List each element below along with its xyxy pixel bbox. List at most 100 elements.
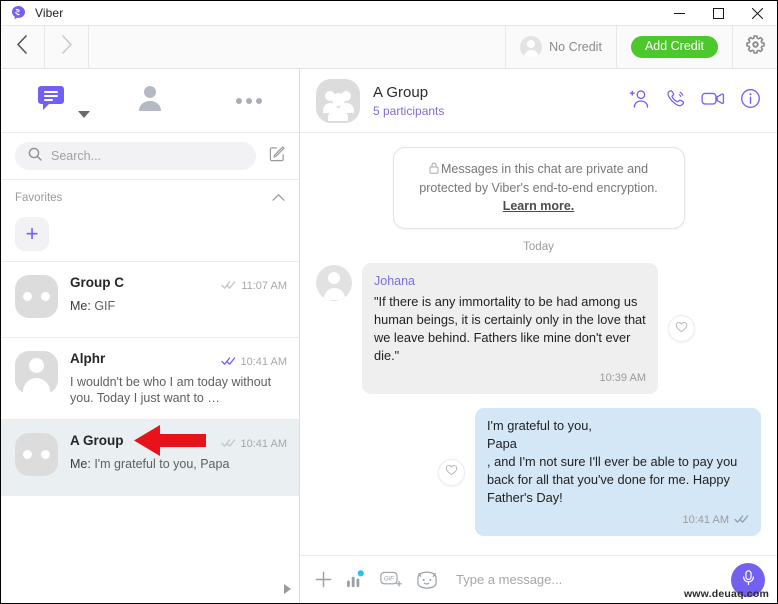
window-controls [660, 1, 777, 25]
search-box[interactable] [15, 142, 256, 170]
chat-meta: 10:41 AM [220, 433, 287, 453]
conversation-actions [629, 88, 761, 114]
chat-snippet-prefix: Me: [70, 299, 95, 313]
message-bubble[interactable]: I'm grateful to you, Papa , and I'm not … [475, 408, 761, 536]
triangle-right-icon[interactable] [284, 584, 291, 594]
search-input[interactable] [51, 149, 243, 163]
heart-icon [675, 320, 688, 338]
settings-button[interactable] [733, 26, 777, 68]
chat-item-content: Alphr 10:41 AM I wouldn't be who I am to… [70, 351, 287, 406]
minimize-button[interactable] [660, 1, 699, 25]
watermark: www.deuaq.com [683, 588, 769, 600]
chat-meta: 11:07 AM [221, 275, 287, 295]
chat-snippet: I wouldn't be who I am today without you… [70, 375, 272, 405]
close-button[interactable] [738, 1, 777, 25]
conversation-title: A Group [373, 84, 429, 101]
favorites-header[interactable]: Favorites [1, 180, 299, 211]
messages-area[interactable]: Messages in this chat are private and pr… [300, 133, 777, 555]
chat-list[interactable]: Group C 11:07 AM Me: GIF Alphr 10:41 AM … [1, 262, 299, 603]
gif-icon[interactable]: GIF [380, 571, 403, 589]
chat-time: 10:41 AM [240, 356, 287, 368]
tab-chats[interactable] [1, 69, 100, 132]
add-favorite-button[interactable]: + [15, 217, 49, 251]
viber-window: Viber No Credit Add Credit Search... Fav… [0, 0, 778, 604]
add-person-icon[interactable] [629, 88, 650, 114]
chat-time: 10:41 AM [240, 438, 287, 450]
svg-text:GIF: GIF [384, 575, 395, 582]
chat-snippet: Me: I'm grateful to you, Papa [70, 456, 287, 472]
participants-count[interactable]: 5 participants [373, 104, 616, 118]
chat-item-top-row: A Group 10:41 AM [70, 433, 287, 453]
credit-status[interactable]: No Credit [506, 26, 617, 68]
avatar [15, 351, 58, 394]
conversation-panel: A Group 5 participants Messages in this … [300, 69, 777, 603]
message-row-outgoing: I'm grateful to you, Papa , and I'm not … [316, 408, 761, 536]
message-row-incoming: Johana "If there is any immortality to b… [316, 263, 761, 394]
like-reaction-button[interactable] [438, 458, 465, 486]
double-check-icon [220, 353, 236, 371]
double-check-icon [734, 511, 749, 529]
chat-list-item-group-c[interactable]: Group C 11:07 AM Me: GIF [1, 262, 299, 338]
message-input[interactable] [456, 572, 718, 587]
chat-meta: 10:41 AM [220, 351, 287, 371]
chevron-right-icon [60, 35, 73, 59]
learn-more-link[interactable]: Learn more. [503, 199, 575, 213]
chat-list-item-alphr[interactable]: Alphr 10:41 AM I wouldn't be who I am to… [1, 338, 299, 420]
credit-label: No Credit [549, 40, 602, 54]
compose-button[interactable] [266, 145, 288, 167]
avatar [316, 265, 352, 301]
topbar-spacer [89, 26, 507, 68]
message-author: Johana [374, 274, 416, 288]
left-panel: Favorites + Group C [1, 69, 300, 603]
chevron-up-icon[interactable] [272, 189, 285, 207]
message-text: I'm grateful to you, Papa , and I'm not … [487, 418, 738, 505]
favorites-title: Favorites [15, 192, 63, 204]
user-avatar-icon [520, 36, 543, 58]
video-camera-icon[interactable] [701, 88, 725, 114]
compose-icon [269, 145, 286, 167]
chat-name: Alphr [70, 351, 106, 366]
chat-list-item-a-group[interactable]: A Group 10:41 AM Me: I'm grateful to you… [1, 420, 299, 496]
day-separator: Today [523, 241, 554, 253]
double-check-icon [221, 277, 236, 295]
search-row [1, 133, 299, 180]
chat-item-top-row: Group C 11:07 AM [70, 275, 287, 295]
message-bubble[interactable]: Johana "If there is any immortality to b… [362, 263, 658, 394]
tab-contacts[interactable] [100, 69, 199, 132]
conversation-header: A Group 5 participants [300, 69, 777, 133]
info-icon[interactable] [740, 88, 761, 114]
poll-icon[interactable] [346, 570, 367, 589]
encryption-notice-text: Messages in this chat are private and pr… [419, 162, 658, 195]
encryption-notice: Messages in this chat are private and pr… [392, 147, 685, 229]
sticker-icon[interactable] [416, 570, 438, 590]
tab-more[interactable] [200, 69, 299, 132]
message-footer: 10:39 AM [374, 369, 646, 387]
main-body: Favorites + Group C [1, 69, 777, 603]
heart-icon [445, 463, 458, 481]
plus-icon[interactable] [314, 570, 333, 589]
message-time: 10:41 AM [682, 514, 729, 526]
message-text: "If there is any immortality to be had a… [374, 294, 650, 363]
chat-item-content: Group C 11:07 AM Me: GIF [70, 275, 287, 324]
avatar [15, 433, 58, 476]
group-avatar-icon [316, 78, 360, 123]
viber-logo-icon [10, 5, 27, 22]
avatar [15, 275, 58, 318]
phone-icon[interactable] [665, 88, 686, 114]
chat-snippet-text: GIF [94, 299, 116, 313]
app-title: Viber [35, 6, 64, 20]
chevron-left-icon [16, 35, 29, 59]
top-navigation-bar: No Credit Add Credit [1, 26, 777, 69]
maximize-button[interactable] [699, 1, 738, 25]
add-credit-button[interactable]: Add Credit [630, 35, 718, 59]
chat-name: A Group [70, 433, 124, 448]
back-button[interactable] [1, 26, 45, 68]
forward-button[interactable] [45, 26, 89, 68]
chat-time: 11:07 AM [241, 280, 287, 292]
search-icon [28, 147, 42, 166]
favorites-section: Favorites + [1, 180, 299, 262]
ellipsis-icon [236, 97, 263, 104]
like-reaction-button[interactable] [668, 315, 695, 342]
chat-name: Group C [70, 275, 124, 290]
encryption-notice-wrapper: Messages in this chat are private and pr… [316, 147, 761, 229]
